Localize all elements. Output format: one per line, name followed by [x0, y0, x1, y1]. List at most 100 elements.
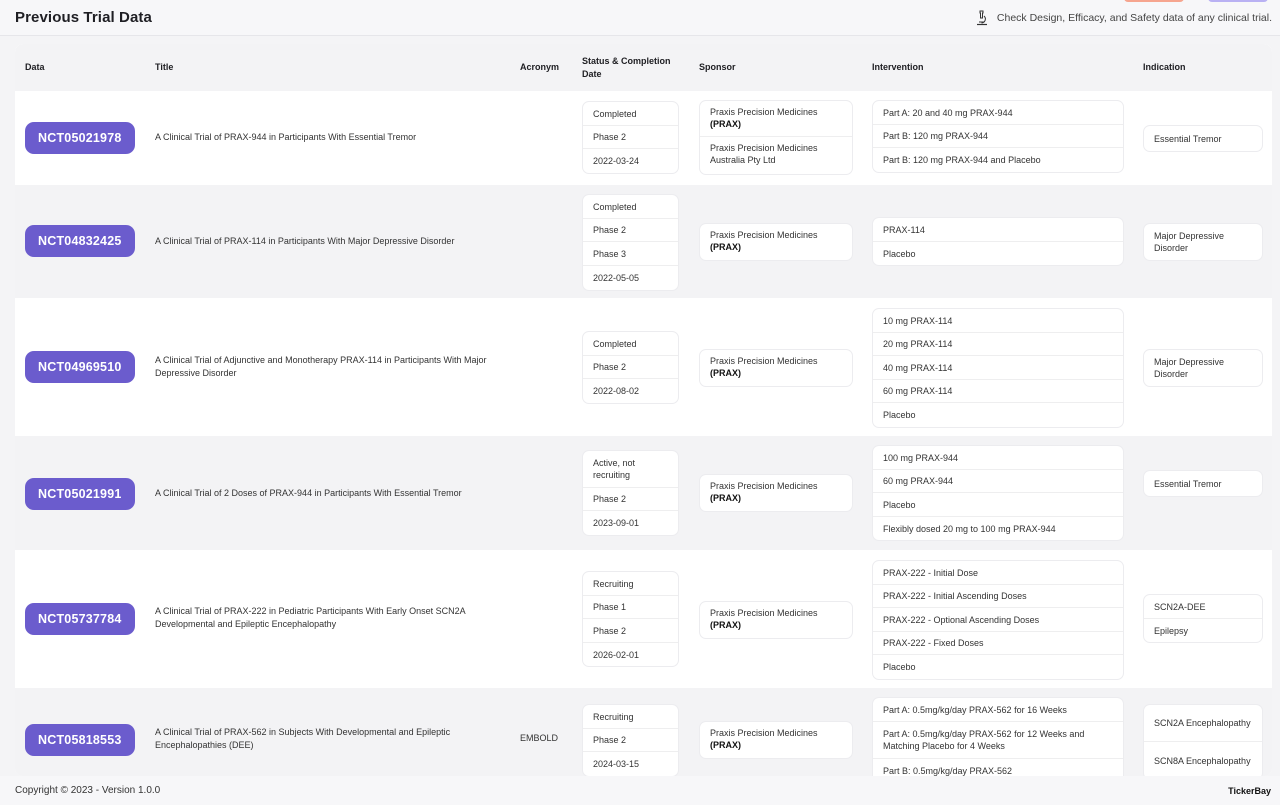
- indication-card: SCN2A-DEE Epilepsy: [1143, 594, 1263, 643]
- intervention-item: Part B: 0.5mg/kg/day PRAX-562: [883, 766, 1013, 776]
- intervention-card: PRAX-114 Placebo: [872, 217, 1124, 266]
- copyright-text: Copyright © 2023 - Version 1.0.0: [15, 785, 161, 796]
- header-pill-orange[interactable]: [1124, 0, 1184, 2]
- sponsor-name: Praxis Precision Medicines: [710, 356, 818, 366]
- sponsor-ticker: (PRAX): [710, 740, 741, 750]
- sponsor-card: Praxis Precision Medicines (PRAX): [699, 474, 853, 512]
- table-row: NCT04832425 A Clinical Trial of PRAX-114…: [15, 185, 1272, 298]
- intervention-item: PRAX-222 - Initial Dose: [873, 561, 1123, 585]
- col-intervention: Intervention: [872, 62, 924, 72]
- col-title: Title: [155, 62, 174, 72]
- col-data: Data: [25, 62, 45, 72]
- intervention-item: Part B: 120 mg PRAX-944: [873, 125, 1123, 148]
- intervention-item: 60 mg PRAX-114: [873, 380, 1123, 403]
- status-item: 2023-09-01: [593, 518, 640, 528]
- sponsor-name: Praxis Precision Medicines: [710, 481, 818, 491]
- trial-title: A Clinical Trial of PRAX-222 in Pediatri…: [155, 606, 466, 629]
- intervention-item: Placebo: [873, 493, 1123, 517]
- indication-item: SCN2A Encephalopathy: [1144, 705, 1262, 742]
- brand-name[interactable]: TickerBay: [1228, 786, 1271, 796]
- indication-item: SCN8A Encephalopathy: [1154, 755, 1251, 766]
- status-item: Phase 2: [583, 619, 678, 643]
- status-item: 2022-08-02: [593, 386, 640, 396]
- sponsor-item: Praxis Precision Medicines (PRAX): [700, 475, 852, 511]
- status-card: Active, not recruiting Phase 2 2023-09-0…: [582, 450, 679, 536]
- indication-card: SCN2A Encephalopathy SCN8A Encephalopath…: [1143, 704, 1263, 776]
- status-card: Completed Phase 2 Phase 3 2022-05-05: [582, 194, 679, 291]
- status-card: Completed Phase 2 2022-08-02: [582, 331, 679, 404]
- intervention-card: 10 mg PRAX-114 20 mg PRAX-114 40 mg PRAX…: [872, 308, 1124, 428]
- indication-item: Essential Tremor: [1154, 133, 1222, 144]
- trial-id-button[interactable]: NCT04969510: [25, 351, 135, 383]
- status-item: Phase 2: [583, 219, 678, 242]
- status-card: Recruiting Phase 1 Phase 2 2026-02-01: [582, 571, 679, 667]
- intervention-item: PRAX-222 - Initial Ascending Doses: [873, 585, 1123, 608]
- sponsor-card: Praxis Precision Medicines (PRAX): [699, 223, 853, 261]
- trial-id-button[interactable]: NCT05021978: [25, 122, 135, 154]
- sponsor-item: Praxis Precision Medicines Australia Pty…: [700, 137, 852, 174]
- status-card: Completed Phase 2 2022-03-24: [582, 101, 679, 174]
- trial-title: A Clinical Trial of Adjunctive and Monot…: [155, 355, 487, 378]
- sponsor-name: Praxis Precision Medicines Australia Pty…: [710, 143, 818, 165]
- intervention-item: PRAX-114: [873, 218, 1123, 242]
- sponsor-item: Praxis Precision Medicines (PRAX): [700, 224, 852, 260]
- trial-acronym: EMBOLD: [520, 733, 559, 743]
- intervention-item: PRAX-222 - Fixed Doses: [873, 632, 1123, 655]
- indication-item: Major Depressive Disorder: [1154, 357, 1225, 379]
- intervention-item: Placebo: [883, 248, 916, 259]
- intervention-item: Part A: 0.5mg/kg/day PRAX-562 for 12 Wee…: [873, 722, 1123, 759]
- intervention-item: 60 mg PRAX-944: [873, 470, 1123, 493]
- intervention-card: PRAX-222 - Initial Dose PRAX-222 - Initi…: [872, 560, 1124, 680]
- status-item: Completed: [583, 102, 678, 126]
- page-title: Previous Trial Data: [15, 9, 152, 26]
- status-item: 2024-03-15: [593, 759, 640, 769]
- status-item: Completed: [583, 195, 678, 219]
- trial-id-button[interactable]: NCT04832425: [25, 225, 135, 257]
- intervention-item: Part A: 20 and 40 mg PRAX-944: [873, 101, 1123, 125]
- status-item: Phase 2: [583, 356, 678, 379]
- indication-item: SCN2A-DEE: [1144, 595, 1262, 619]
- sponsor-item: Praxis Precision Medicines (PRAX): [700, 101, 852, 137]
- table-row: NCT05021991 A Clinical Trial of 2 Doses …: [15, 436, 1272, 550]
- top-bar: Previous Trial Data Check Design, Effica…: [0, 0, 1280, 36]
- indication-card: Major Depressive Disorder: [1143, 223, 1263, 261]
- sponsor-name: Praxis Precision Medicines: [710, 728, 818, 738]
- trial-id-button[interactable]: NCT05818553: [25, 724, 135, 756]
- trial-title: A Clinical Trial of 2 Doses of PRAX-944 …: [155, 488, 462, 498]
- status-item: Completed: [583, 332, 678, 356]
- table-row: NCT05818553 A Clinical Trial of PRAX-562…: [15, 688, 1272, 776]
- tagline: Check Design, Efficacy, and Safety data …: [975, 10, 1272, 26]
- intervention-card: Part A: 0.5mg/kg/day PRAX-562 for 16 Wee…: [872, 697, 1124, 776]
- status-item: Phase 3: [583, 242, 678, 266]
- trial-id-button[interactable]: NCT05737784: [25, 603, 135, 635]
- header-pill-purple[interactable]: [1208, 0, 1268, 2]
- intervention-item: Placebo: [883, 662, 916, 672]
- table-row: NCT05737784 A Clinical Trial of PRAX-222…: [15, 550, 1272, 688]
- indication-item: Major Depressive Disorder: [1154, 231, 1225, 253]
- sponsor-card: Praxis Precision Medicines (PRAX): [699, 721, 853, 759]
- indication-item: Essential Tremor: [1154, 478, 1222, 489]
- status-item: Phase 2: [583, 729, 678, 752]
- sponsor-name: Praxis Precision Medicines: [710, 107, 818, 117]
- sponsor-card: Praxis Precision Medicines (PRAX): [699, 349, 853, 387]
- table-row: NCT04969510 A Clinical Trial of Adjuncti…: [15, 298, 1272, 436]
- intervention-card: 100 mg PRAX-944 60 mg PRAX-944 Placebo F…: [872, 445, 1124, 541]
- intervention-item: Part B: 120 mg PRAX-944 and Placebo: [883, 155, 1041, 165]
- indication-item: Epilepsy: [1154, 625, 1189, 636]
- footer: Copyright © 2023 - Version 1.0.0 TickerB…: [0, 776, 1280, 805]
- status-item: Phase 2: [583, 488, 678, 511]
- intervention-item: Part A: 0.5mg/kg/day PRAX-562 for 16 Wee…: [873, 698, 1123, 722]
- status-item: Active, not recruiting: [583, 451, 678, 488]
- table-header: Data Title Acronym Status & Completion D…: [15, 44, 1272, 91]
- trial-id-button[interactable]: NCT05021991: [25, 478, 135, 510]
- col-indication: Indication: [1143, 62, 1186, 72]
- indication-card: Major Depressive Disorder: [1143, 349, 1263, 387]
- trial-title: A Clinical Trial of PRAX-114 in Particip…: [155, 236, 455, 246]
- intervention-card: Part A: 20 and 40 mg PRAX-944 Part B: 12…: [872, 100, 1124, 173]
- sponsor-name: Praxis Precision Medicines: [710, 230, 818, 240]
- col-sponsor: Sponsor: [699, 62, 736, 72]
- intervention-item: 20 mg PRAX-114: [873, 333, 1123, 356]
- sponsor-card: Praxis Precision Medicines (PRAX): [699, 601, 853, 639]
- status-card: Recruiting Phase 2 2024-03-15: [582, 704, 679, 776]
- trial-title: A Clinical Trial of PRAX-562 in Subjects…: [155, 727, 451, 750]
